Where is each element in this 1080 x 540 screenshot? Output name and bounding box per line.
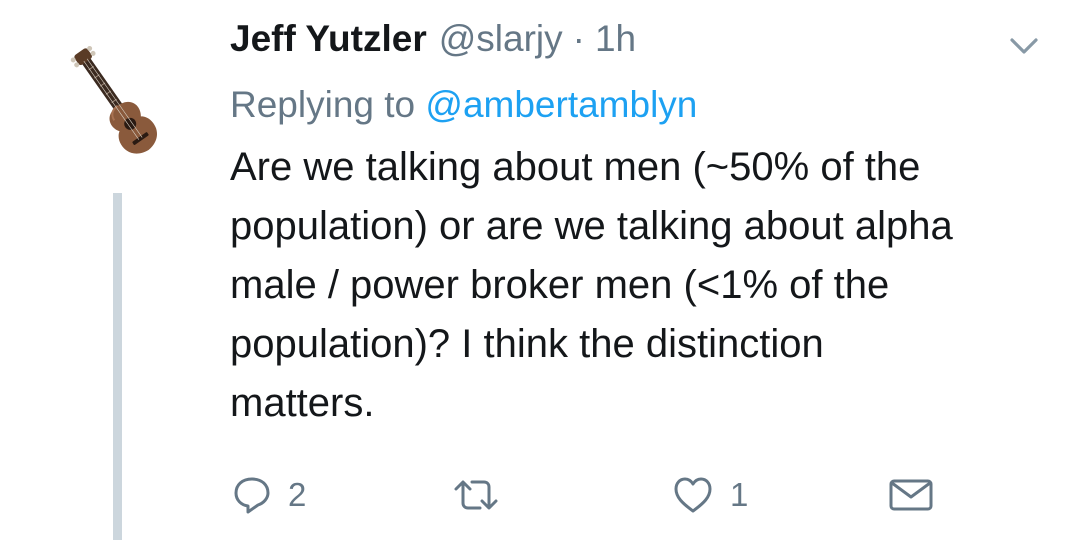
tweet-text-line: population)? I think the distinction — [230, 322, 824, 366]
tweet-text-line: population) or are we talking about alph… — [230, 204, 953, 248]
tweet-text-line: matters. — [230, 381, 375, 425]
more-options-button[interactable] — [1006, 28, 1042, 64]
author-name[interactable]: Jeff Yutzler — [230, 18, 427, 60]
tweet-text-line: male / power broker men (<1% of the — [230, 263, 890, 307]
tweet-actions: 2 1 — [232, 472, 952, 518]
avatar[interactable] — [52, 40, 182, 170]
envelope-icon — [889, 479, 933, 511]
retweet-icon — [454, 480, 498, 510]
retweet-button[interactable] — [452, 472, 516, 518]
reply-mention-link[interactable]: @ambertamblyn — [425, 84, 697, 125]
heart-icon — [674, 477, 712, 513]
thread-line — [113, 193, 122, 540]
replying-prefix: Replying to — [230, 84, 416, 125]
reply-icon — [234, 477, 270, 514]
direct-message-button[interactable] — [888, 472, 934, 518]
tweet-content: Jeff Yutzler @slarjy · 1h Replying to @a… — [230, 18, 1050, 433]
tweet-header: Jeff Yutzler @slarjy · 1h — [230, 18, 1050, 72]
tweet-time[interactable]: 1h — [595, 18, 636, 60]
replying-to: Replying to @ambertamblyn — [230, 84, 1050, 130]
chevron-down-icon — [1010, 38, 1038, 54]
tweet-text-line: Are we talking about men (~50% of the — [230, 145, 921, 189]
separator-dot: · — [572, 18, 585, 59]
reply-button[interactable]: 2 — [232, 472, 306, 518]
ukulele-icon — [70, 45, 157, 154]
like-count: 1 — [730, 476, 749, 513]
author-handle[interactable]: @slarjy — [439, 18, 563, 60]
reply-count: 2 — [288, 476, 307, 513]
tweet: Jeff Yutzler @slarjy · 1h Replying to @a… — [0, 0, 1080, 540]
tweet-text: Are we talking about men (~50% of the po… — [230, 138, 1060, 433]
like-button[interactable]: 1 — [672, 472, 748, 518]
